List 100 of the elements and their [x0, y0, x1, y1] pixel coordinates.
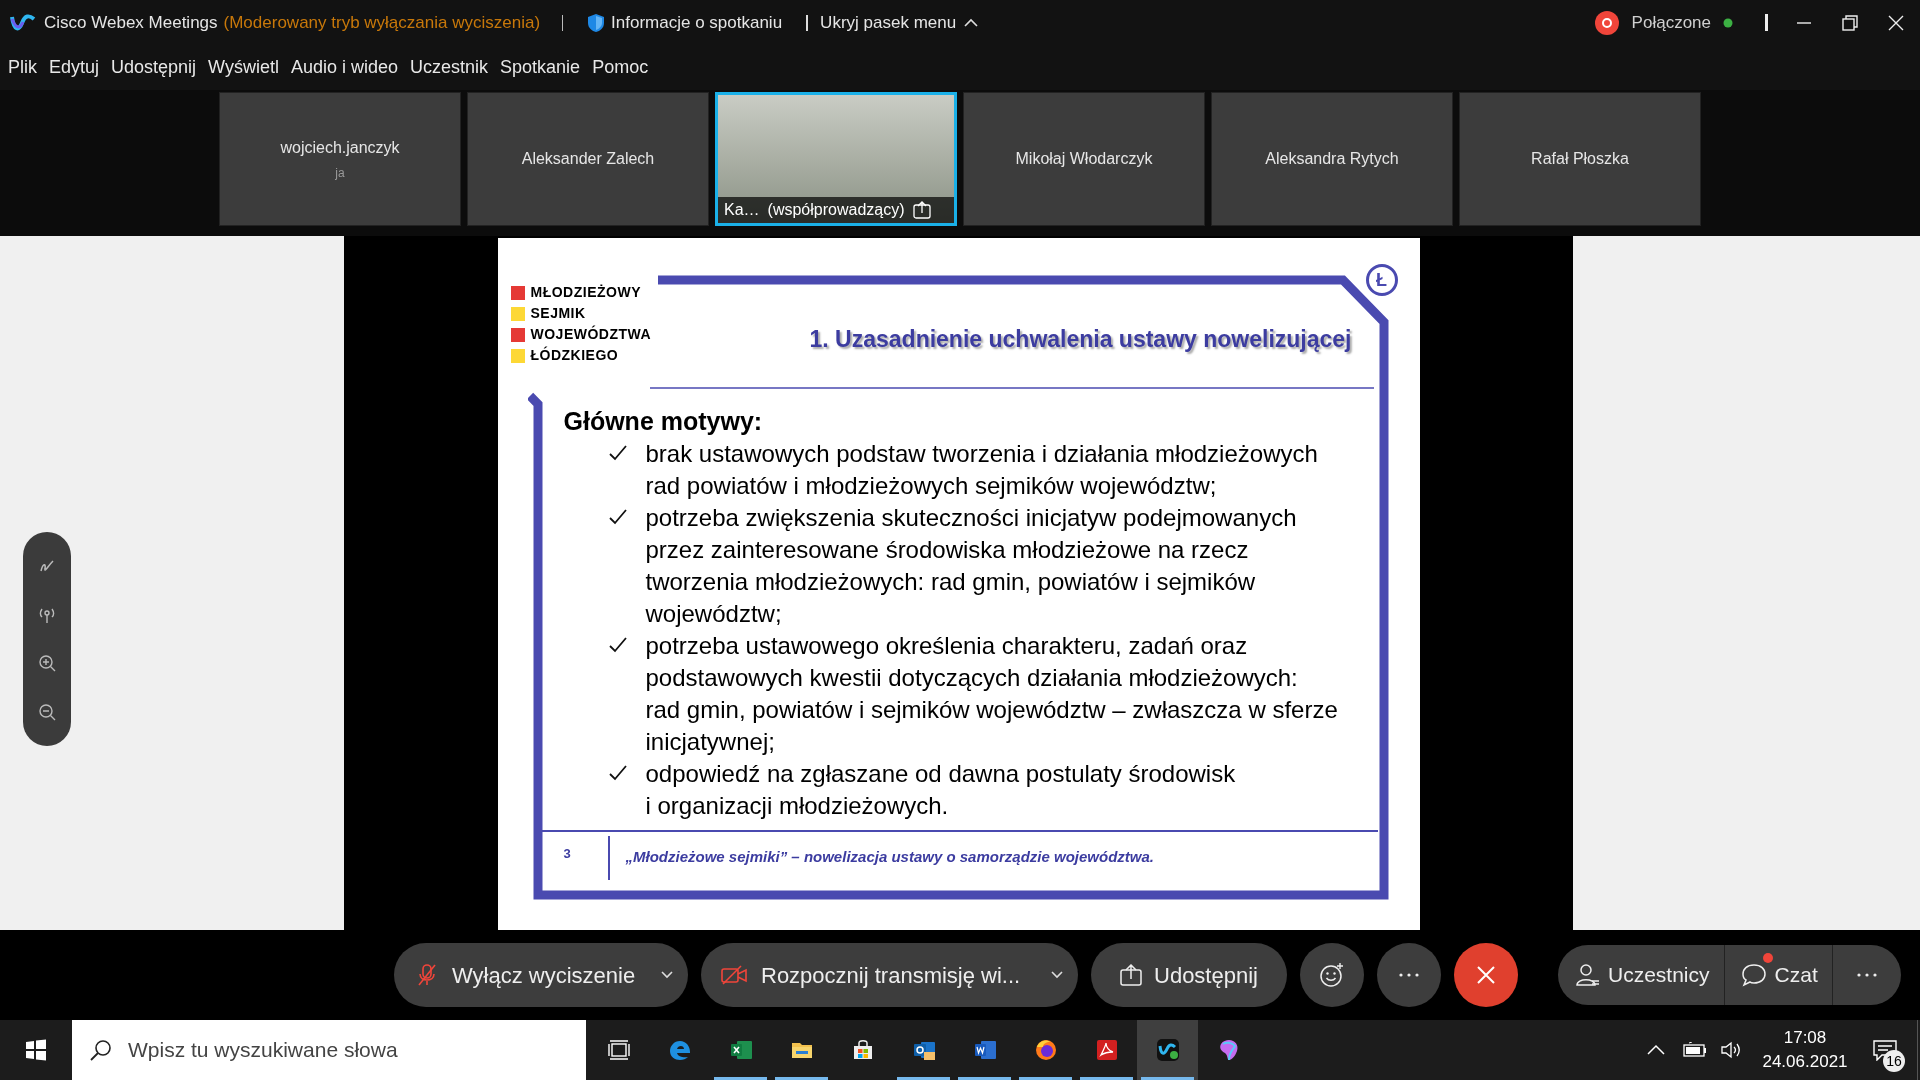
- page-number: 3: [563, 845, 571, 863]
- running-indicator: [958, 1077, 1011, 1080]
- running-indicator: [1019, 1077, 1072, 1080]
- participant-name: Aleksander Zalech: [521, 149, 655, 169]
- bullet-text-line: brak ustawowych podstaw tworzenia i działania młodzieżowych: [645, 439, 1318, 469]
- speaker-icon[interactable]: [1721, 1041, 1743, 1059]
- logo-text: MŁODZIEŻOWY: [530, 284, 641, 301]
- check-icon: [608, 445, 627, 461]
- chat-button[interactable]: Czat: [1724, 945, 1833, 1005]
- caret-icon: [660, 970, 674, 980]
- check-icon: [608, 509, 627, 525]
- clock[interactable]: 17:08 24.06.2021: [1757, 1026, 1853, 1074]
- bullet-text-line: inicjatywnej;: [645, 727, 776, 757]
- video-off-icon: [721, 965, 747, 985]
- participant-tile[interactable]: wojciech.janczyk ja: [219, 92, 461, 226]
- check-icon: [608, 637, 627, 653]
- taskview-icon: [606, 1038, 631, 1062]
- participants-button[interactable]: Uczestnicy: [1558, 945, 1725, 1005]
- close-icon[interactable]: [1888, 14, 1904, 31]
- search-icon: [90, 1039, 112, 1061]
- person-icon: [1576, 963, 1600, 987]
- meeting-info-button[interactable]: Informacje o spotkaniu: [587, 9, 783, 36]
- bullet-text-line: rad gmin, powiatów i sejmików województw – zwłaszcza w sferze: [645, 695, 1338, 725]
- slide-heading: Główne motywy:: [563, 406, 763, 437]
- participant-tile[interactable]: Aleksander Zalech: [467, 92, 709, 226]
- participant-name: wojciech.janczyk: [280, 138, 400, 158]
- bullet-text-line: potrzeba ustawowego określenia charakteru, zadań oraz: [645, 631, 1249, 661]
- logo-text: WOJEWÓDZTWA: [530, 326, 652, 343]
- bullet-text-line: potrzeba zwiększenia skuteczności inicjatyw podejmowanych: [645, 503, 1297, 533]
- edge-icon: [667, 1038, 692, 1062]
- smiley-icon: [1319, 962, 1345, 988]
- menu-item[interactable]: Edytuj: [45, 54, 104, 81]
- zoom-out-icon[interactable]: [38, 702, 56, 721]
- meeting-mode: (Moderowany tryb wyłączania wyciszenia): [223, 11, 541, 34]
- bullet-text-line: odpowiedź na zgłaszane od dawna postulaty środowisk: [645, 759, 1236, 789]
- shield-icon: [587, 12, 606, 33]
- menu-item[interactable]: Plik: [4, 54, 41, 81]
- unmute-button[interactable]: Wyłącz wyciszenie: [394, 943, 688, 1007]
- menu-item[interactable]: Pomoc: [588, 54, 653, 81]
- share-icon: [1120, 964, 1142, 986]
- menu-item[interactable]: Audio i wideo: [286, 54, 403, 81]
- notification-count: 16: [1883, 1050, 1905, 1072]
- muted-microphone-icon: [416, 963, 438, 987]
- start-video-button[interactable]: Rozpocznij transmisję wi...: [701, 943, 1078, 1007]
- more-icon: [1855, 972, 1878, 978]
- check-icon: [608, 765, 627, 781]
- logo-text: ŁÓDZKIEGO: [530, 347, 619, 364]
- participant-tile[interactable]: Ka… (współprowadzący): [715, 92, 957, 226]
- battery-icon[interactable]: [1683, 1042, 1707, 1058]
- participant-tile[interactable]: Rafał Płoszka: [1459, 92, 1701, 226]
- bullet-text-line: przez zainteresowane środowiska młodzieżowe na rzecz: [645, 535, 1250, 565]
- badge-logo: Ł: [1365, 264, 1398, 296]
- bullet-text-line: tworzenia młodzieżowych: rad gmin, powiatów i sejmików: [645, 567, 1257, 597]
- bullet-text-line: rad powiatów i młodzieżowych sejmików województw;: [645, 471, 1218, 501]
- bullet-text-line: województw;: [645, 599, 783, 629]
- word-icon: [972, 1038, 997, 1062]
- menu-item[interactable]: Wyświetl: [204, 54, 283, 81]
- running-indicator: [1080, 1077, 1133, 1080]
- participant-name: Rafał Płoszka: [1531, 149, 1629, 169]
- taskbar-app[interactable]: [1137, 1020, 1198, 1080]
- logo-text: SEJMIK: [530, 305, 586, 322]
- webex-icon: [1155, 1038, 1180, 1062]
- slide-footer: „Młodzieżowe sejmiki” – nowelizacja ustawy o samorządzie województwa.: [625, 846, 1154, 869]
- chevron-up-icon[interactable]: [1647, 1044, 1665, 1056]
- participant-name: Mikołaj Włodarczyk: [1015, 149, 1153, 169]
- chevron-up-icon: [964, 17, 979, 28]
- running-indicator: [714, 1077, 767, 1080]
- participant-name: Aleksandra Rytych: [1265, 149, 1399, 169]
- chat-bubble-icon: [1740, 963, 1767, 987]
- clock-date: 24.06.2021: [1762, 1051, 1848, 1073]
- bullet-text-line: i organizacji młodzieżowych.: [645, 791, 950, 821]
- notification-button[interactable]: 16: [1853, 1020, 1917, 1080]
- app-title: Cisco Webex Meetings: [44, 11, 218, 34]
- participant-name: Ka…: [724, 200, 760, 220]
- firefox-icon: [1033, 1038, 1058, 1062]
- hide-menu-button[interactable]: Ukryj pasek menu: [820, 9, 979, 36]
- bullet-text-line: podstawowych kwestii dotyczących działania młodzieżowych:: [645, 663, 1299, 693]
- slide-title: 1. Uzasadnienie uchwalenia ustawy nowelizującej: [809, 325, 1352, 354]
- participant-role: (współprowadzący): [767, 200, 905, 220]
- record-icon: [1593, 9, 1620, 36]
- webex-logo-icon: [10, 12, 36, 33]
- clock-time: 17:08: [1783, 1027, 1827, 1049]
- participant-tile[interactable]: Mikołaj Włodarczyk: [963, 92, 1205, 226]
- acrobat-icon: [1094, 1038, 1119, 1062]
- running-indicator: [775, 1077, 828, 1080]
- running-indicator: [897, 1077, 950, 1080]
- more-icon: [1398, 972, 1420, 978]
- excel-icon: [728, 1038, 753, 1062]
- restore-icon[interactable]: [1842, 14, 1858, 31]
- share-button[interactable]: Udostępnij: [1091, 943, 1287, 1007]
- zoom-in-icon[interactable]: [38, 654, 56, 673]
- menu-item[interactable]: Uczestnik: [406, 54, 493, 81]
- caret-icon: [1050, 970, 1064, 980]
- running-indicator: [1141, 1077, 1194, 1080]
- menu-item[interactable]: Udostępnij: [107, 54, 201, 81]
- participant-tile[interactable]: Aleksandra Rytych: [1211, 92, 1453, 226]
- connection-status: Połączone: [1631, 11, 1711, 34]
- menu-item[interactable]: Spotkanie: [496, 54, 585, 81]
- windows-logo-icon: [25, 1039, 47, 1061]
- participant-subtitle: ja: [335, 165, 345, 182]
